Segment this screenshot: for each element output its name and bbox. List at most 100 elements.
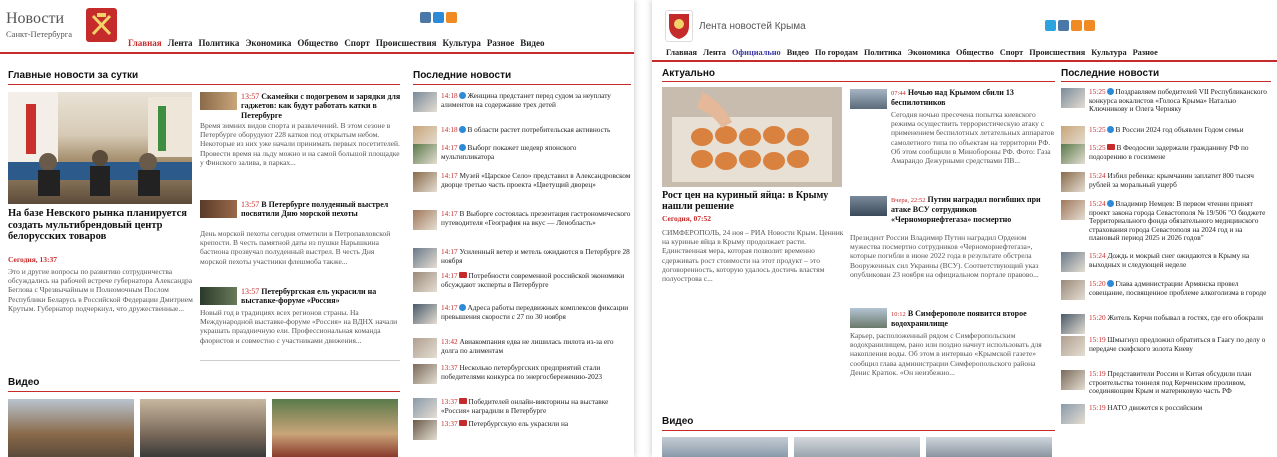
nav-item[interactable]: Разное — [1133, 48, 1158, 57]
news-thumb[interactable] — [413, 126, 437, 146]
news-headline[interactable]: 15:20 Житель Керчи побывал в гостях, где… — [1089, 314, 1273, 334]
article-thumb[interactable] — [200, 200, 237, 218]
news-headline[interactable]: 15:25 Поздравляем победителей VII Респуб… — [1089, 88, 1273, 114]
article-thumb[interactable] — [850, 308, 887, 328]
news-thumb[interactable] — [1061, 144, 1085, 164]
latest-news-item[interactable]: 15:24 Дождь и мокрый снег ожидаются в Кр… — [1061, 252, 1273, 272]
nav-item[interactable]: Общество — [956, 48, 994, 57]
latest-news-item[interactable]: 14:17 Адреса работы передвижных комплекс… — [413, 304, 631, 324]
news-thumb[interactable] — [413, 92, 437, 112]
latest-news-item[interactable]: 15:20 Глава администрации Армянска прове… — [1061, 280, 1273, 300]
nav-item[interactable]: Спорт — [344, 38, 370, 48]
article-thumb[interactable] — [850, 196, 887, 216]
news-thumb[interactable] — [1061, 126, 1085, 146]
article-thumb[interactable] — [200, 287, 237, 305]
latest-news-item[interactable]: 13:37 Победителей онлайн-викторины на вы… — [413, 398, 631, 418]
news-thumb[interactable] — [413, 248, 437, 268]
site-logo-title[interactable]: Лента новостей Крыма — [699, 21, 806, 32]
news-thumb[interactable] — [1061, 172, 1085, 192]
nav-item[interactable]: Главная — [128, 38, 162, 48]
article-title[interactable]: 13:57 В Петербурге полуденный выстрел по… — [241, 200, 401, 219]
nav-item[interactable]: Происшествия — [376, 38, 437, 48]
news-headline[interactable]: 14:17 Музей «Царское Село» представил в … — [441, 172, 631, 192]
news-headline[interactable]: 14:17 В Выборге состоялась презентация г… — [441, 210, 631, 230]
rss-icon[interactable] — [1084, 20, 1095, 31]
news-headline[interactable]: 15:24 Дождь и мокрый снег ожидаются в Кр… — [1089, 252, 1273, 272]
site-logo-title[interactable]: Новости — [6, 10, 64, 28]
article-thumb[interactable] — [200, 92, 237, 110]
lead-title[interactable]: Рост цен на куриный яйца: в Крыму нашли … — [662, 190, 847, 212]
vk-icon[interactable] — [1058, 20, 1069, 31]
latest-news-item[interactable]: 15:25 В Феодосии задержали гражданину РФ… — [1061, 144, 1273, 164]
latest-news-item[interactable]: 14:17 Усиленный ветер и метель ожидаются… — [413, 248, 631, 268]
latest-news-item[interactable]: 15:19 Представители России и Китая обсуд… — [1061, 370, 1273, 396]
news-headline[interactable]: 15:19 НАТО движется к российским — [1089, 404, 1273, 414]
article-title[interactable]: 13:57 Петербургская ель украсили на выст… — [241, 287, 401, 306]
news-thumb[interactable] — [413, 272, 437, 292]
nav-item[interactable]: Экономика — [245, 38, 291, 48]
rss-icon[interactable] — [446, 12, 457, 23]
coat-of-arms-icon[interactable] — [86, 8, 117, 42]
news-headline[interactable]: 14:17 Адреса работы передвижных комплекс… — [441, 304, 631, 324]
news-headline[interactable]: 14:18 Женщина предстанет перед судом за … — [441, 92, 631, 112]
nav-item[interactable]: Происшествия — [1029, 48, 1085, 57]
latest-news-item[interactable]: 14:18 Женщина предстанет перед судом за … — [413, 92, 631, 112]
latest-news-item[interactable]: 14:18 В области растет потребительская а… — [413, 126, 631, 146]
latest-news-item[interactable]: 15:20 Житель Керчи побывал в гостях, где… — [1061, 314, 1273, 334]
latest-news-item[interactable]: 13:37 Петербургскую ель украсили на — [413, 420, 631, 440]
latest-news-item[interactable]: 14:17 В Выборге состоялась презентация г… — [413, 210, 631, 230]
news-thumb[interactable] — [1061, 336, 1085, 356]
video-thumb[interactable] — [662, 437, 788, 457]
article-thumb[interactable] — [850, 89, 887, 109]
lead-photo[interactable] — [662, 87, 842, 187]
news-headline[interactable]: 13:42 Авиакомпания едва не лишилась пило… — [441, 338, 631, 358]
nav-item[interactable]: Лента — [703, 48, 726, 57]
news-headline[interactable]: 13:37 Петербургскую ель украсили на — [441, 420, 631, 430]
news-headline[interactable]: 14:18 В области растет потребительская а… — [441, 126, 631, 142]
news-headline[interactable]: 15:20 Глава администрации Армянска прове… — [1089, 280, 1273, 300]
news-thumb[interactable] — [1061, 404, 1085, 424]
article-title[interactable]: 10:12 В Симферополе появится второе водо… — [891, 309, 1056, 329]
latest-news-item[interactable]: 14:17 Музей «Царское Село» представил в … — [413, 172, 631, 192]
article-title[interactable]: 13:57 Скамейки с подогревом и зарядки дл… — [241, 92, 401, 120]
news-thumb[interactable] — [413, 420, 437, 440]
news-headline[interactable]: 15:19 Шмыгнул предложил обратиться в Гаа… — [1089, 336, 1273, 356]
news-headline[interactable]: 13:37 Несколько петербургских предприяти… — [441, 364, 631, 384]
news-headline[interactable]: 15:25 В России 2024 год объявлен Годом с… — [1089, 126, 1273, 142]
news-headline[interactable]: 13:37 Победителей онлайн-викторины на вы… — [441, 398, 631, 418]
ok-icon[interactable] — [1071, 20, 1082, 31]
latest-news-item[interactable]: 13:37 Несколько петербургских предприяти… — [413, 364, 631, 384]
nav-item[interactable]: Разное — [487, 38, 514, 48]
nav-item[interactable]: Спорт — [1000, 48, 1024, 57]
news-thumb[interactable] — [413, 304, 437, 324]
news-thumb[interactable] — [1061, 88, 1085, 108]
latest-news-item[interactable]: 15:25 Поздравляем победителей VII Респуб… — [1061, 88, 1273, 114]
news-thumb[interactable] — [1061, 370, 1085, 390]
article-title[interactable]: 07:44 Ночью над Крымом сбили 13 беспилот… — [891, 88, 1056, 108]
news-thumb[interactable] — [1061, 314, 1085, 334]
video-thumb[interactable] — [926, 437, 1052, 457]
news-headline[interactable]: 15:24 Избил ребенка: крымчанин заплатит … — [1089, 172, 1273, 192]
video-thumb[interactable] — [272, 399, 398, 457]
latest-news-item[interactable]: 13:42 Авиакомпания едва не лишилась пило… — [413, 338, 631, 358]
video-thumb[interactable] — [140, 399, 266, 457]
latest-news-item[interactable]: 15:25 В России 2024 год объявлен Годом с… — [1061, 126, 1273, 146]
article-title[interactable]: Вчера, 22:52 Путин наградил погибших при… — [891, 195, 1056, 224]
crimea-emblem-icon[interactable] — [665, 10, 693, 42]
latest-news-item[interactable]: 15:24 Владимир Немцев: В первом чтении п… — [1061, 200, 1273, 243]
news-thumb[interactable] — [413, 210, 437, 230]
news-thumb[interactable] — [413, 338, 437, 358]
vk-icon[interactable] — [420, 12, 431, 23]
latest-news-item[interactable]: 15:19 Шмыгнул предложил обратиться в Гаа… — [1061, 336, 1273, 356]
lead-photo[interactable] — [8, 92, 192, 204]
telegram-icon[interactable] — [1045, 20, 1056, 31]
nav-item[interactable]: Лента — [168, 38, 193, 48]
nav-item[interactable]: Политика — [199, 38, 240, 48]
video-thumb[interactable] — [8, 399, 134, 457]
news-thumb[interactable] — [1061, 280, 1085, 300]
news-thumb[interactable] — [413, 364, 437, 384]
news-headline[interactable]: 15:25 В Феодосии задержали гражданину РФ… — [1089, 144, 1273, 164]
news-thumb[interactable] — [413, 172, 437, 192]
news-thumb[interactable] — [1061, 200, 1085, 220]
nav-item[interactable]: Видео — [520, 38, 544, 48]
